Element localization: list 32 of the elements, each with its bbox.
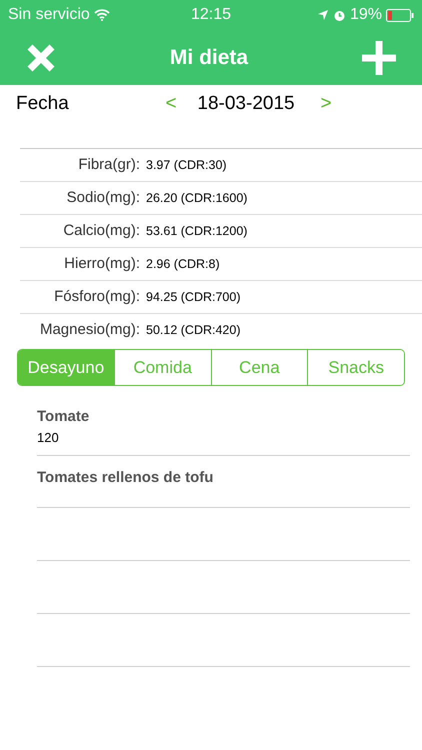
battery-icon: [386, 8, 414, 22]
nutrient-name: Sodio(mg):: [66, 188, 140, 208]
add-button[interactable]: [360, 38, 398, 76]
date-value: 18-03-2015: [196, 92, 296, 116]
next-date-button[interactable]: >: [306, 90, 346, 118]
nutrient-name: Fósforo(mg):: [53, 286, 140, 307]
nutrient-name: Calcio(mg):: [62, 220, 140, 241]
screen-title: Mi dieta: [170, 44, 248, 71]
location-arrow-icon: [316, 9, 329, 21]
plus-icon: [361, 40, 397, 76]
wifi-icon: [94, 9, 110, 21]
clock-time: 12:15: [190, 5, 232, 25]
meal-tab[interactable]: Snacks: [307, 350, 404, 385]
nutrient-value: 3.97 (CDR:30): [146, 156, 227, 174]
alarm-clock-icon: [332, 8, 346, 22]
date-label: Fecha: [16, 92, 70, 116]
nutrient-name: Hierro(mg):: [63, 254, 140, 274]
nutrient-value: 50.12 (CDR:420): [146, 322, 240, 340]
nutrient-value: 94.25 (CDR:700): [146, 288, 240, 306]
meal-tab[interactable]: Desayuno: [18, 350, 114, 385]
nutrient-value: 26.20 (CDR:1600): [146, 190, 248, 207]
previous-date-button[interactable]: <: [156, 90, 186, 118]
nutrient-value: 53.61 (CDR:1200): [146, 222, 248, 240]
food-name: Tomates rellenos de tofu: [37, 468, 214, 488]
battery-percent: 19%: [350, 5, 382, 25]
food-amount: 120: [37, 429, 60, 447]
nutrient-value: 2.96 (CDR:8): [146, 256, 220, 273]
food-name: Tomate: [37, 406, 90, 426]
carrier-label: Sin servicio: [8, 5, 90, 25]
close-icon: [26, 42, 56, 72]
nutrient-name: Fibra(gr):: [77, 154, 140, 175]
nutrient-name: Magnesio(mg):: [38, 320, 140, 340]
